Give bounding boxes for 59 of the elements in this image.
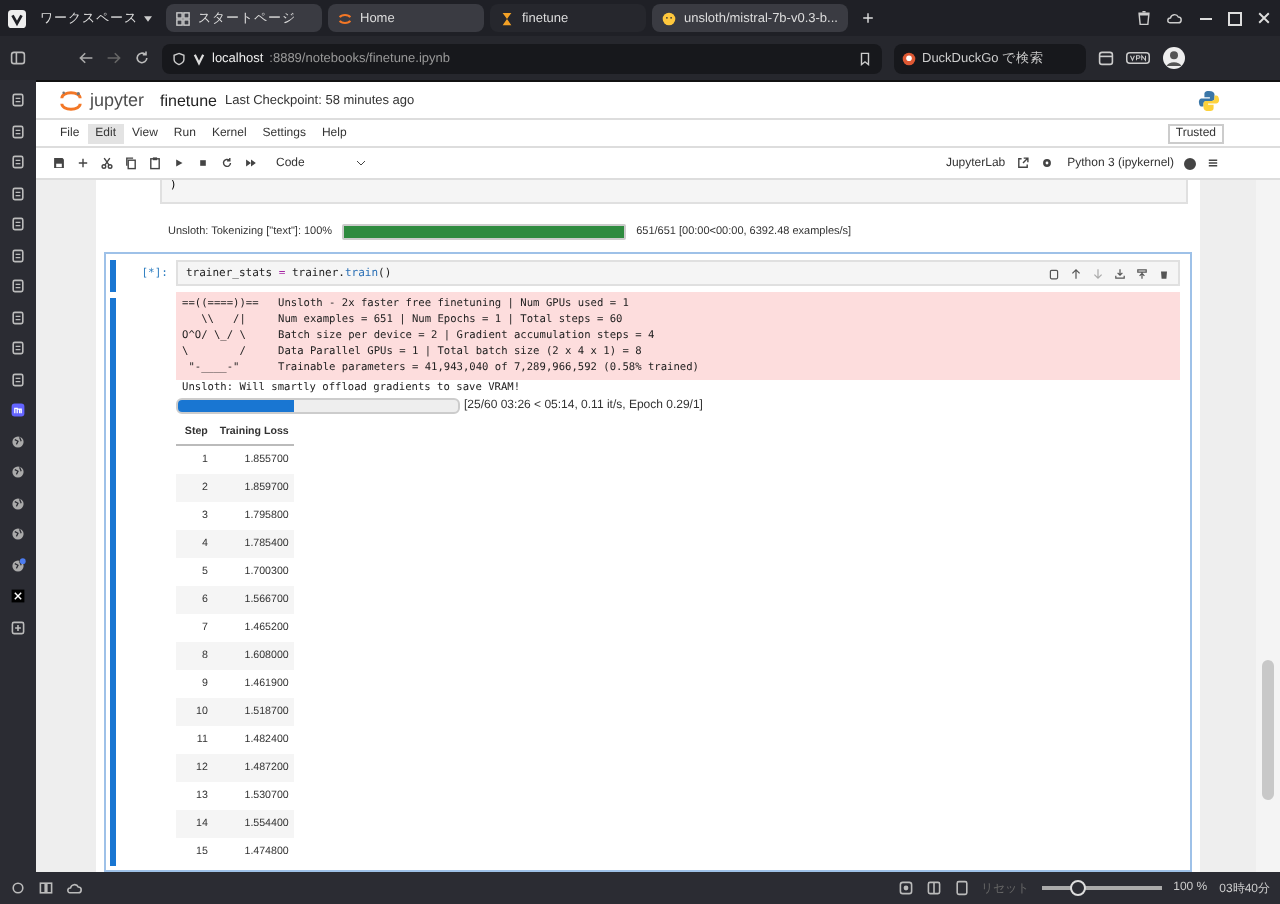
copy-icon[interactable] <box>124 156 138 170</box>
tiling-icon[interactable] <box>38 880 54 896</box>
panel-toggle-icon[interactable] <box>10 50 26 66</box>
jupyter-logo-icon <box>338 11 352 25</box>
active-cell[interactable] <box>104 252 1192 872</box>
capture-icon[interactable] <box>897 880 914 896</box>
cut-icon[interactable] <box>100 156 114 170</box>
hourglass-icon <box>500 11 514 25</box>
external-link-icon[interactable] <box>1015 156 1030 170</box>
menu-icon[interactable] <box>1206 156 1220 170</box>
profile-icon[interactable] <box>1162 46 1186 70</box>
restart-icon[interactable] <box>220 156 234 170</box>
vpn-icon[interactable] <box>1126 50 1150 66</box>
close-icon[interactable] <box>1256 10 1272 26</box>
x-logo-icon[interactable] <box>10 588 26 604</box>
delete-icon[interactable] <box>1158 267 1170 279</box>
notebook-title[interactable]: finetune <box>160 91 217 109</box>
save-icon[interactable] <box>52 156 66 170</box>
smiley-icon <box>662 11 676 25</box>
caret-icon <box>356 160 367 166</box>
slider-thumb[interactable] <box>1069 880 1086 896</box>
duck-logo-icon <box>902 51 916 65</box>
python-logo-icon <box>1198 89 1220 111</box>
duplicate-icon[interactable] <box>1048 267 1060 279</box>
move-up-icon[interactable] <box>1070 267 1082 279</box>
globe-icon[interactable] <box>10 433 26 449</box>
minimize-icon[interactable] <box>1200 17 1212 19</box>
globe-icon[interactable] <box>10 557 26 573</box>
settings-icon[interactable] <box>1039 156 1054 170</box>
add-icon[interactable] <box>76 156 90 170</box>
run-icon[interactable] <box>172 156 186 170</box>
maximize-icon[interactable] <box>1228 11 1242 25</box>
add-panel-icon[interactable] <box>10 619 26 635</box>
site-logo-icon <box>192 51 206 65</box>
new-tab-icon[interactable] <box>861 12 874 24</box>
caret-icon <box>144 15 152 21</box>
split-view-icon[interactable] <box>925 880 942 896</box>
settings-icon[interactable] <box>10 880 26 896</box>
trash-icon[interactable] <box>1136 10 1152 26</box>
paste-icon[interactable] <box>148 156 162 170</box>
globe-icon[interactable] <box>10 526 26 542</box>
insert-below-icon[interactable] <box>1114 267 1126 279</box>
forward-icon[interactable] <box>106 50 122 66</box>
grid-icon <box>176 11 190 25</box>
back-icon[interactable] <box>78 50 94 66</box>
mastodon-logo-icon[interactable] <box>10 402 26 418</box>
scrollbar-thumb[interactable] <box>1262 660 1274 800</box>
page-icon[interactable] <box>953 880 970 896</box>
cloud-icon[interactable] <box>66 880 82 896</box>
insert-above-icon[interactable] <box>1136 267 1148 279</box>
fast-forward-icon[interactable] <box>244 156 258 170</box>
globe-icon[interactable] <box>10 495 26 511</box>
browser-logo-icon[interactable] <box>8 9 26 27</box>
shield-icon <box>172 51 186 65</box>
globe-icon[interactable] <box>10 464 26 480</box>
cloud-icon[interactable] <box>1166 10 1182 26</box>
jupyter-wordmark: jupyter <box>90 90 145 110</box>
jupyter-logo-icon <box>60 89 82 111</box>
reload-icon[interactable] <box>134 50 150 66</box>
